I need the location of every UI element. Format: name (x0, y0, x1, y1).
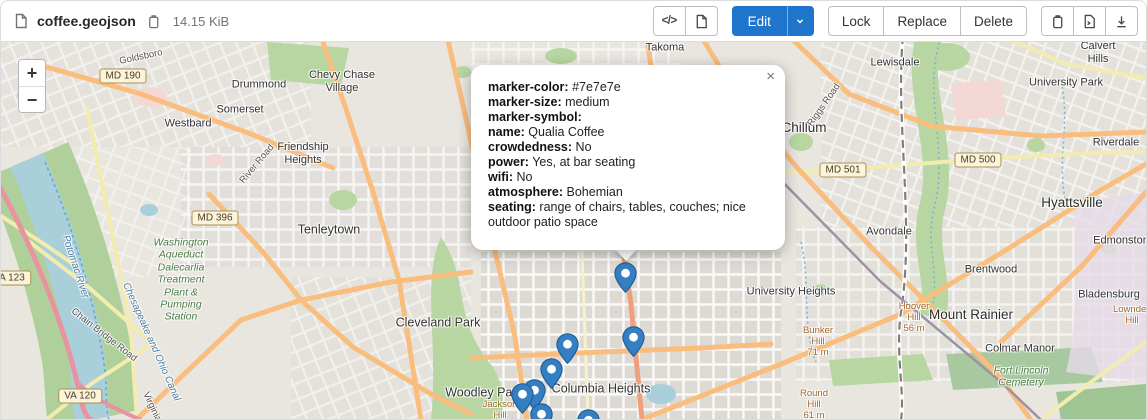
popup-property-row: marker-color: #7e7e7e (488, 80, 771, 95)
display-source-button[interactable]: </> (653, 6, 686, 36)
route-shield: MD 500 (954, 153, 1001, 168)
map-label: Tenleytown (298, 223, 361, 238)
code-icon: </> (662, 15, 677, 27)
popup-properties: marker-color: #7e7e7emarker-size: medium… (488, 80, 771, 230)
route-shield: MD 501 (819, 163, 866, 178)
popup-property-row: atmosphere: Bohemian (488, 185, 771, 200)
edit-dropdown-button[interactable] (787, 6, 814, 36)
copy-to-clipboard-icon[interactable] (144, 12, 163, 31)
map-marker[interactable] (530, 403, 553, 420)
map-label: Chillum (781, 120, 826, 136)
map-label: Fort Lincoln Cemetery (994, 365, 1049, 390)
file-size: 14.15 KiB (173, 14, 229, 29)
popup-property-row: marker-symbol: (488, 110, 771, 125)
file-header: coffee.geojson 14.15 KiB </> Edit Lock R… (1, 1, 1146, 42)
map-label: Bunker Hill 71 m (803, 325, 833, 359)
popup-property-row: crowdedness: No (488, 140, 771, 155)
map-label: Avondale (866, 226, 912, 239)
map-marker[interactable] (577, 409, 600, 420)
route-shield: VA 120 (58, 389, 102, 404)
raw-file-icon (1082, 14, 1097, 29)
map-label: Chevy Chase Village (309, 69, 375, 95)
open-raw-button[interactable] (1073, 6, 1106, 36)
zoom-in-button[interactable]: + (19, 60, 45, 86)
download-button[interactable] (1105, 6, 1138, 36)
map-label: Washington Aqueduct Dalecarlia Treatment… (153, 237, 208, 324)
map-label: Mount Rainier (929, 307, 1013, 323)
map-label: Riverdale (1093, 137, 1139, 150)
popup-property-row: marker-size: medium (488, 95, 771, 110)
file-viewer: coffee.geojson 14.15 KiB </> Edit Lock R… (0, 0, 1147, 420)
zoom-out-button[interactable]: − (19, 86, 45, 112)
map-marker[interactable] (614, 262, 637, 298)
map-label: Edmonston (1093, 235, 1146, 248)
route-shield: MD 190 (99, 69, 146, 84)
file-utility-group (1041, 6, 1138, 36)
map-label: Somerset (216, 104, 263, 117)
map-label: Friendship Heights (277, 141, 328, 167)
map-label: Lowndes Hill (1113, 304, 1146, 326)
map-label: Calvert Hills (1074, 42, 1122, 66)
map-zoom-control: + − (18, 59, 46, 113)
copy-to-clipboard-icon (1050, 14, 1065, 29)
edit-split-button: Edit (732, 6, 814, 36)
map-label: Cleveland Park (396, 316, 481, 331)
map-label: Bladensburg (1078, 289, 1140, 302)
feature-popup: × marker-color: #7e7e7emarker-size: medi… (471, 65, 785, 250)
close-icon[interactable]: × (766, 69, 775, 84)
map-label: Hoover Hill 56 m (899, 301, 930, 335)
map-label: Hyattsville (1041, 195, 1103, 211)
map-label: Westbard (165, 118, 212, 131)
map-label: University Park (1029, 77, 1103, 90)
map-label: Drummond (232, 79, 286, 92)
lock-button[interactable]: Lock (828, 6, 885, 36)
popup-property-row: power: Yes, at bar seating (488, 155, 771, 170)
map-label: Columbia Heights (552, 382, 651, 397)
map-label: Brentwood (965, 264, 1018, 277)
map-marker[interactable] (622, 326, 645, 362)
map-label: University Heights (747, 286, 836, 299)
file-name: coffee.geojson (37, 13, 136, 29)
file-action-group: Lock Replace Delete (828, 6, 1027, 36)
file-icon (13, 13, 29, 29)
edit-button[interactable]: Edit (732, 6, 787, 36)
popup-property-row: seating: range of chairs, tables, couche… (488, 200, 771, 230)
map-canvas[interactable]: Takoma Lewisdale Calvert Hills University P… (1, 42, 1146, 420)
map-label: Colmar Manor (985, 343, 1055, 356)
popup-property-row: name: Qualia Coffee (488, 125, 771, 140)
map-label: Lewisdale (871, 57, 920, 70)
view-toggle-group: </> (653, 6, 718, 36)
route-shield: VA 123 (1, 271, 31, 286)
delete-button[interactable]: Delete (960, 6, 1027, 36)
display-rendered-button[interactable] (685, 6, 718, 36)
document-icon (694, 14, 709, 29)
copy-contents-button[interactable] (1041, 6, 1074, 36)
route-shield: MD 396 (191, 211, 238, 226)
chevron-down-icon (794, 15, 806, 27)
download-icon (1114, 14, 1129, 29)
replace-button[interactable]: Replace (883, 6, 961, 36)
map-label: Round Hill 61 m (800, 388, 828, 420)
map-label: Takoma (646, 42, 685, 54)
popup-property-row: wifi: No (488, 170, 771, 185)
